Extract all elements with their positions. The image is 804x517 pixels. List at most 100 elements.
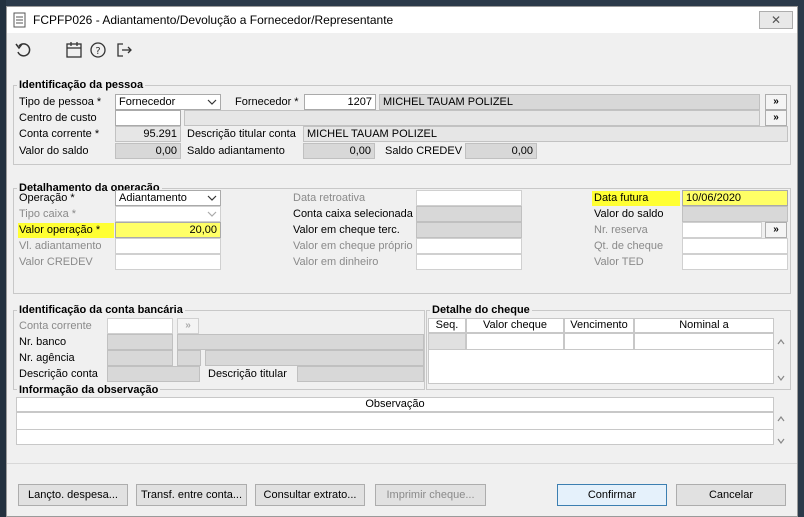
cheque-proprio-label: Valor em cheque próprio [293, 240, 413, 252]
descricao-conta-label: Descrição conta [19, 368, 98, 380]
valor-saldo-label: Valor do saldo [19, 145, 89, 157]
confirmar-button[interactable]: Confirmar [557, 484, 667, 506]
cheque-scrollbar[interactable] [774, 334, 788, 386]
valor-saldo-field: 0,00 [115, 143, 181, 159]
divider [7, 463, 797, 464]
conta-caixa-field [416, 206, 522, 222]
scroll-arrows-icon [777, 416, 785, 444]
bancaria-conta-lookup-button[interactable]: » [177, 318, 199, 334]
operacao-value: Adiantamento [119, 192, 187, 204]
qt-cheque-label: Qt. de cheque [594, 240, 664, 252]
observacao-group-title: Informação da observação [17, 384, 161, 396]
tipo-caixa-select[interactable] [115, 206, 221, 222]
title-bar: FCPFP026 - Adiantamento/Devolução a Forn… [7, 7, 797, 33]
conta-corrente-field: 95.291 [115, 126, 181, 142]
svg-text:?: ? [95, 46, 100, 57]
operacao-label: Operação * [19, 192, 75, 204]
calendar-icon[interactable] [65, 41, 83, 59]
lancto-despesa-button[interactable]: Lançto. despesa... [18, 484, 128, 506]
window-title: FCPFP026 - Adiantamento/Devolução a Forn… [33, 13, 394, 27]
nr-reserva-label: Nr. reserva [594, 224, 648, 236]
pessoa-group-title: Identificação da pessoa [17, 79, 146, 91]
bancaria-group-title: Identificação da conta bancária [17, 304, 185, 316]
bancaria-conta-field[interactable] [107, 318, 173, 334]
descricao-conta-field [107, 366, 200, 382]
conta-caixa-label: Conta caixa selecionada [293, 208, 413, 220]
cheque-proprio-field [416, 238, 522, 254]
fornecedor-code-field[interactable]: 1207 [304, 94, 376, 110]
data-futura-label: Data futura [594, 192, 649, 204]
undo-icon[interactable] [15, 41, 33, 59]
help-icon[interactable]: ? [89, 41, 107, 59]
centro-custo-label: Centro de custo [19, 112, 97, 124]
bancaria-conta-label: Conta corrente [19, 320, 92, 332]
nr-agencia-digit-field [177, 350, 201, 366]
cheque-group-title: Detalhe do cheque [430, 304, 532, 316]
nr-agencia-desc-field [205, 350, 424, 366]
fornecedor-name-field: MICHEL TAUAM POLIZEL [379, 94, 760, 110]
saldo-credev-label: Saldo CREDEV [385, 145, 463, 157]
vl-adiantamento-field [115, 238, 221, 254]
conta-corrente-label: Conta corrente * [19, 128, 100, 140]
valor-operacao-field[interactable]: 20,00 [115, 222, 221, 238]
cancelar-button[interactable]: Cancelar [676, 484, 786, 506]
bancaria-desc-titular-field [297, 366, 424, 382]
tipo-pessoa-value: Fornecedor [119, 96, 176, 108]
cheque-row-seq-cell[interactable] [428, 333, 466, 350]
saldo-adiantamento-field: 0,00 [303, 143, 375, 159]
valor-saldo-op-label: Valor do saldo [594, 208, 664, 220]
tipo-pessoa-label: Tipo de pessoa * [19, 96, 102, 108]
valor-ted-field [682, 254, 788, 270]
centro-custo-desc-field [184, 110, 760, 126]
cheque-row-nominal-cell[interactable] [634, 333, 774, 350]
tipo-caixa-label: Tipo caixa * [19, 208, 77, 220]
saldo-adiantamento-label: Saldo adiantamento [187, 145, 285, 157]
fornecedor-lookup-button[interactable]: » [765, 94, 787, 110]
cheque-col-vencimento[interactable]: Vencimento [564, 318, 634, 333]
cheque-row-valor-cell[interactable] [466, 333, 564, 350]
nr-banco-desc-field [177, 334, 424, 350]
cheque-row-vencimento-cell[interactable] [564, 333, 634, 350]
imprimir-cheque-button[interactable]: Imprimir cheque... [375, 484, 486, 506]
nr-agencia-field [107, 350, 173, 366]
nr-banco-label: Nr. banco [19, 336, 67, 348]
exit-icon[interactable] [115, 41, 133, 59]
document-icon [13, 12, 26, 28]
consultar-extrato-button[interactable]: Consultar extrato... [255, 484, 365, 506]
qt-cheque-field [682, 238, 788, 254]
descricao-titular-field: MICHEL TAUAM POLIZEL [303, 126, 788, 142]
data-retroativa-label: Data retroativa [293, 192, 366, 204]
descricao-titular-label: Descrição titular conta [187, 128, 296, 140]
nr-reserva-lookup-button[interactable]: » [765, 222, 787, 238]
data-retroativa-field[interactable] [416, 190, 522, 206]
cheque-col-seq[interactable]: Seq. [428, 318, 466, 333]
chevron-down-icon [207, 211, 217, 217]
nr-reserva-field[interactable] [682, 222, 762, 238]
valor-ted-label: Valor TED [594, 256, 644, 268]
valor-operacao-label: Valor operação * [19, 224, 101, 236]
scroll-arrows-icon [777, 339, 785, 381]
app-window: FCPFP026 - Adiantamento/Devolução a Forn… [6, 6, 798, 517]
tipo-pessoa-select[interactable]: Fornecedor [115, 94, 221, 110]
valor-credev-label: Valor CREDEV [19, 256, 93, 268]
centro-custo-lookup-button[interactable]: » [765, 110, 787, 126]
observacao-col[interactable]: Observação [16, 397, 774, 412]
dinheiro-field [416, 254, 522, 270]
saldo-credev-field: 0,00 [465, 143, 537, 159]
centro-custo-field[interactable] [115, 110, 181, 126]
operacao-select[interactable]: Adiantamento [115, 190, 221, 206]
chevron-down-icon [207, 195, 217, 201]
observacao-scrollbar[interactable] [774, 413, 788, 447]
close-button[interactable]: ✕ [759, 11, 793, 29]
dinheiro-label: Valor em dinheiro [293, 256, 379, 268]
fornecedor-label: Fornecedor * [235, 96, 299, 108]
bancaria-desc-titular-label: Descrição titular [208, 368, 287, 380]
cheque-col-nominal[interactable]: Nominal a [634, 318, 774, 333]
cheque-col-valor[interactable]: Valor cheque [466, 318, 564, 333]
nr-agencia-label: Nr. agência [19, 352, 75, 364]
nr-banco-field [107, 334, 173, 350]
observacao-row[interactable] [16, 412, 774, 430]
vl-adiantamento-label: Vl. adiantamento [19, 240, 102, 252]
data-futura-field[interactable]: 10/06/2020 [682, 190, 788, 206]
transf-conta-button[interactable]: Transf. entre conta... [136, 484, 247, 506]
